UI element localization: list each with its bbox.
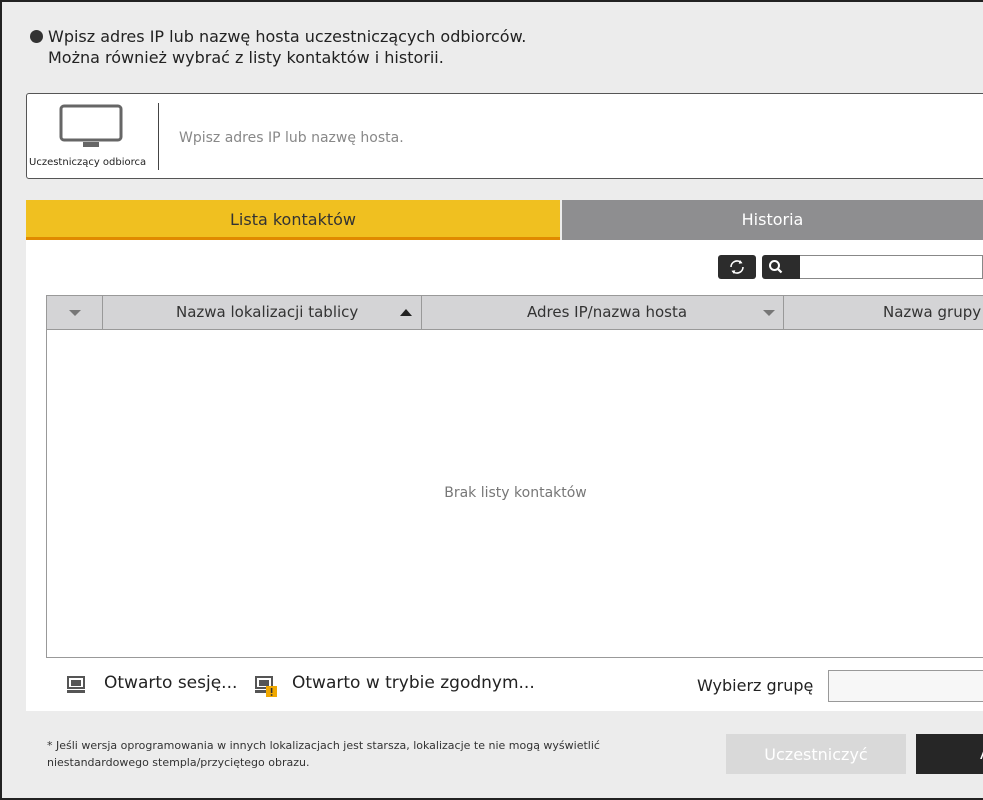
instruction-line-2: Można również wybrać z listy kontaktów i… — [48, 48, 444, 67]
search-input[interactable] — [800, 255, 983, 279]
compatible-mode-icon — [255, 676, 277, 697]
monitor-icon — [59, 104, 123, 147]
ip-host-input[interactable] — [167, 118, 971, 158]
refresh-button[interactable] — [718, 255, 756, 279]
column-label: Nazwa lokalizacji tablicy — [176, 303, 359, 321]
session-open-icon — [67, 676, 85, 693]
column-header-group-name[interactable]: Nazwa grupy — [785, 296, 983, 329]
column-label: Nazwa grupy — [883, 303, 982, 321]
bullet-icon — [30, 30, 43, 43]
recipient-label: Uczestniczący odbiorca — [29, 157, 147, 168]
tab-history[interactable]: Historia — [562, 200, 983, 240]
join-button[interactable]: Uczestniczyć — [726, 734, 906, 774]
column-label: Adres IP/nazwa hosta — [527, 303, 688, 321]
search-icon — [769, 260, 783, 274]
footnote: * Jeśli wersja oprogramowania w innych l… — [47, 737, 687, 771]
column-select-all[interactable] — [47, 296, 103, 329]
recipient-box: Uczestniczący odbiorca — [26, 93, 983, 179]
search-button[interactable] — [762, 255, 800, 279]
contact-list-panel: Nazwa lokalizacji tablicy Adres IP/nazwa… — [26, 240, 983, 711]
table-header: Nazwa lokalizacji tablicy Adres IP/nazwa… — [47, 296, 983, 330]
refresh-icon — [730, 260, 744, 274]
divider — [158, 103, 159, 170]
column-header-ip-host[interactable]: Adres IP/nazwa hosta — [423, 296, 784, 329]
group-select-label: Wybierz grupę — [697, 676, 814, 695]
footnote-line-2: niestandardowego stempla/przyciętego obr… — [47, 756, 310, 769]
contacts-table: Nazwa lokalizacji tablicy Adres IP/nazwa… — [46, 295, 983, 658]
chevron-down-icon — [763, 310, 775, 316]
tab-contact-list[interactable]: Lista kontaktów — [26, 200, 560, 240]
empty-message: Brak listy kontaktów — [444, 485, 587, 501]
next-button[interactable]: A — [916, 734, 983, 774]
footnote-line-1: * Jeśli wersja oprogramowania w innych l… — [47, 739, 600, 752]
legend-session-open: Otwarto sesję... — [104, 673, 238, 693]
sort-ascending-icon — [400, 309, 412, 316]
chevron-down-icon — [69, 310, 81, 316]
legend-compatible-mode: Otwarto w trybie zgodnym... — [292, 673, 535, 693]
group-select[interactable] — [828, 670, 983, 702]
column-header-site-name[interactable]: Nazwa lokalizacji tablicy — [104, 296, 422, 329]
instruction-line-1: Wpisz adres IP lub nazwę hosta uczestnic… — [48, 27, 527, 46]
